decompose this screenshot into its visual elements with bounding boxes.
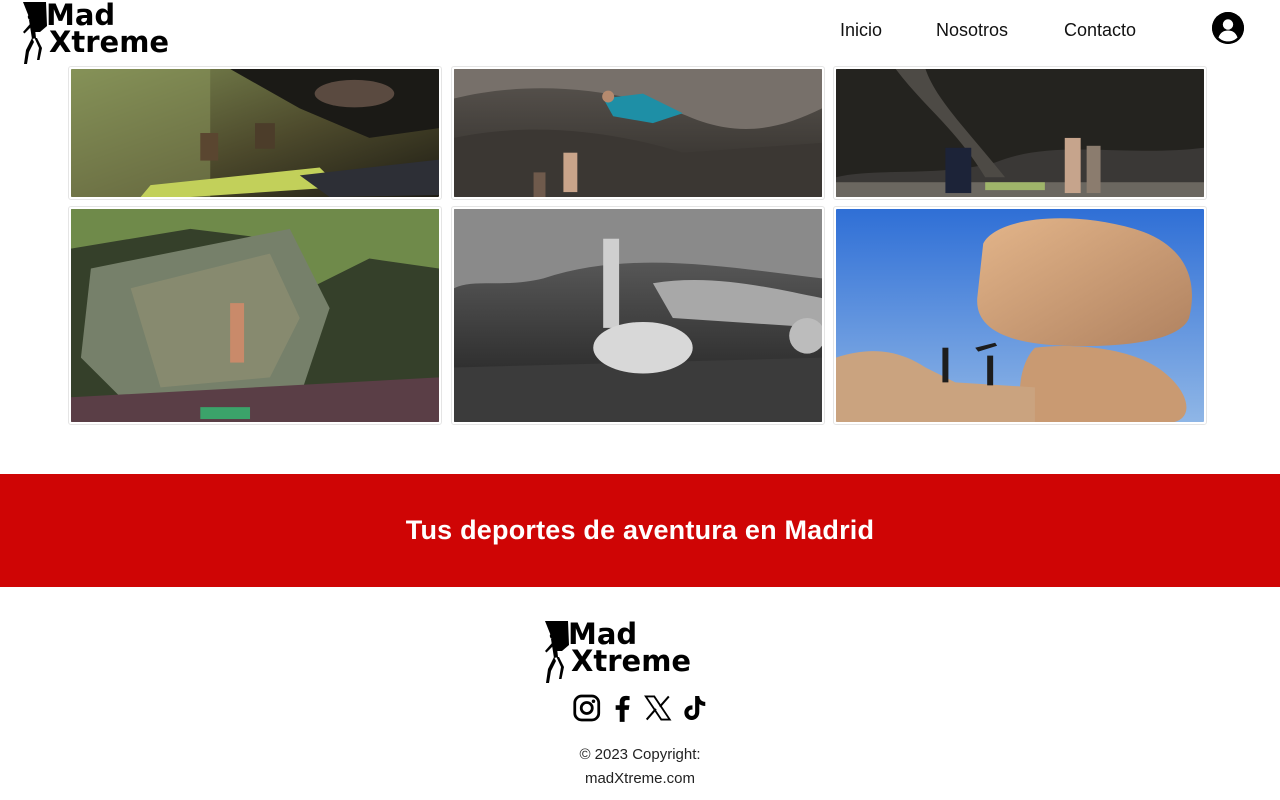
bw-roof-climb-photo bbox=[454, 209, 822, 422]
copyright-domain: madXtreme.com bbox=[584, 770, 696, 787]
gallery-photo-2[interactable] bbox=[451, 66, 825, 200]
gallery-photo-5[interactable] bbox=[451, 206, 825, 425]
forest-bouldering-photo bbox=[71, 69, 439, 197]
promo-banner: Tus deportes de aventura en Madrid bbox=[0, 474, 1280, 587]
footer-brand-line-2: Xtreme bbox=[571, 643, 692, 678]
instagram-icon[interactable] bbox=[572, 692, 602, 724]
gallery-photo-3[interactable] bbox=[833, 66, 1207, 200]
site-header: Mad Xtreme Inicio Nosotros Contacto bbox=[0, 0, 1280, 66]
gallery-photo-4[interactable] bbox=[68, 206, 442, 425]
climbing-gallery bbox=[68, 66, 1212, 428]
banner-headline: Tus deportes de aventura en Madrid bbox=[405, 515, 875, 545]
tiktok-icon[interactable] bbox=[679, 692, 709, 724]
dark-wall-spotters-photo bbox=[836, 69, 1204, 197]
main-nav: Inicio Nosotros Contacto bbox=[0, 20, 1280, 44]
footer-brand-logo[interactable]: Mad Xtreme bbox=[540, 620, 692, 685]
user-circle-icon bbox=[1212, 12, 1244, 44]
copyright-line-1: © 2023 Copyright: bbox=[579, 746, 701, 763]
facebook-icon[interactable] bbox=[608, 692, 638, 724]
balanced-boulder-photo bbox=[836, 209, 1204, 422]
nav-nosotros[interactable]: Nosotros bbox=[936, 20, 1008, 41]
copyright-text: © 2023 Copyright: madXtreme.com bbox=[540, 743, 740, 791]
nav-inicio[interactable]: Inicio bbox=[840, 20, 882, 41]
nav-contacto[interactable]: Contacto bbox=[1064, 20, 1136, 41]
cave-climbing-photo bbox=[454, 69, 822, 197]
social-links bbox=[572, 690, 708, 726]
climber-silhouette-icon bbox=[545, 621, 569, 683]
user-account-button[interactable] bbox=[1212, 12, 1244, 44]
footer-brand-wordmark: Mad Xtreme bbox=[568, 620, 692, 678]
mossy-boulder-photo bbox=[71, 209, 439, 422]
gallery-photo-1[interactable] bbox=[68, 66, 442, 200]
gallery-photo-6[interactable] bbox=[833, 206, 1207, 425]
x-icon[interactable] bbox=[643, 692, 673, 724]
